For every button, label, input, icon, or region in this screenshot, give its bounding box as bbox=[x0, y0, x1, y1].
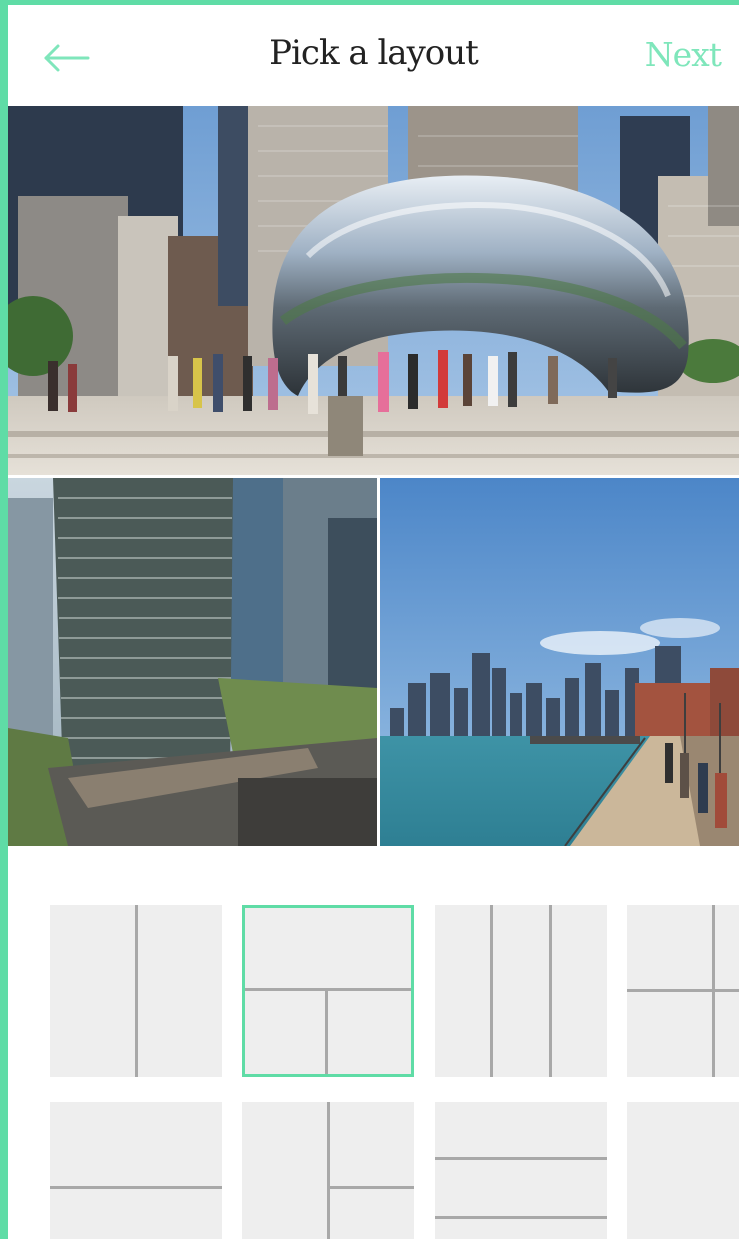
layout-divider bbox=[549, 905, 552, 1077]
layout-option-single[interactable] bbox=[627, 1102, 739, 1239]
layout-option-three-rows[interactable] bbox=[435, 1102, 607, 1239]
page-title: Pick a layout bbox=[269, 33, 479, 73]
lakefront-photo bbox=[380, 478, 739, 846]
cloud-gate-photo bbox=[8, 106, 739, 475]
layout-divider bbox=[490, 905, 493, 1077]
collage-preview bbox=[8, 106, 739, 846]
layout-divider bbox=[135, 905, 138, 1077]
layout-divider bbox=[435, 1216, 607, 1219]
collage-photo-top[interactable] bbox=[8, 106, 739, 475]
collage-photo-bottom-left[interactable] bbox=[8, 478, 377, 846]
tower-photo bbox=[8, 478, 377, 846]
layout-option-two-columns[interactable] bbox=[50, 905, 222, 1077]
layout-divider bbox=[712, 905, 715, 1077]
layout-divider bbox=[627, 989, 739, 992]
layout-option-left-column-right-split[interactable] bbox=[242, 1102, 414, 1239]
layout-option-two-rows[interactable] bbox=[50, 1102, 222, 1239]
collage-photo-bottom-right[interactable] bbox=[380, 478, 739, 846]
layout-divider bbox=[245, 988, 411, 991]
layout-divider bbox=[327, 1102, 330, 1239]
layout-divider bbox=[325, 990, 328, 1074]
layout-option-four-grid[interactable] bbox=[627, 905, 739, 1077]
next-button[interactable]: Next bbox=[645, 35, 722, 74]
layout-option-three-columns[interactable] bbox=[435, 905, 607, 1077]
layout-option-one-top-two-bottom[interactable] bbox=[242, 905, 414, 1077]
layout-divider bbox=[330, 1186, 414, 1189]
layout-divider bbox=[435, 1157, 607, 1160]
header-bar: Pick a layout Next bbox=[8, 5, 739, 106]
layout-picker bbox=[8, 846, 739, 1239]
app-frame: Pick a layout Next bbox=[0, 0, 739, 1239]
layout-divider bbox=[50, 1186, 222, 1189]
